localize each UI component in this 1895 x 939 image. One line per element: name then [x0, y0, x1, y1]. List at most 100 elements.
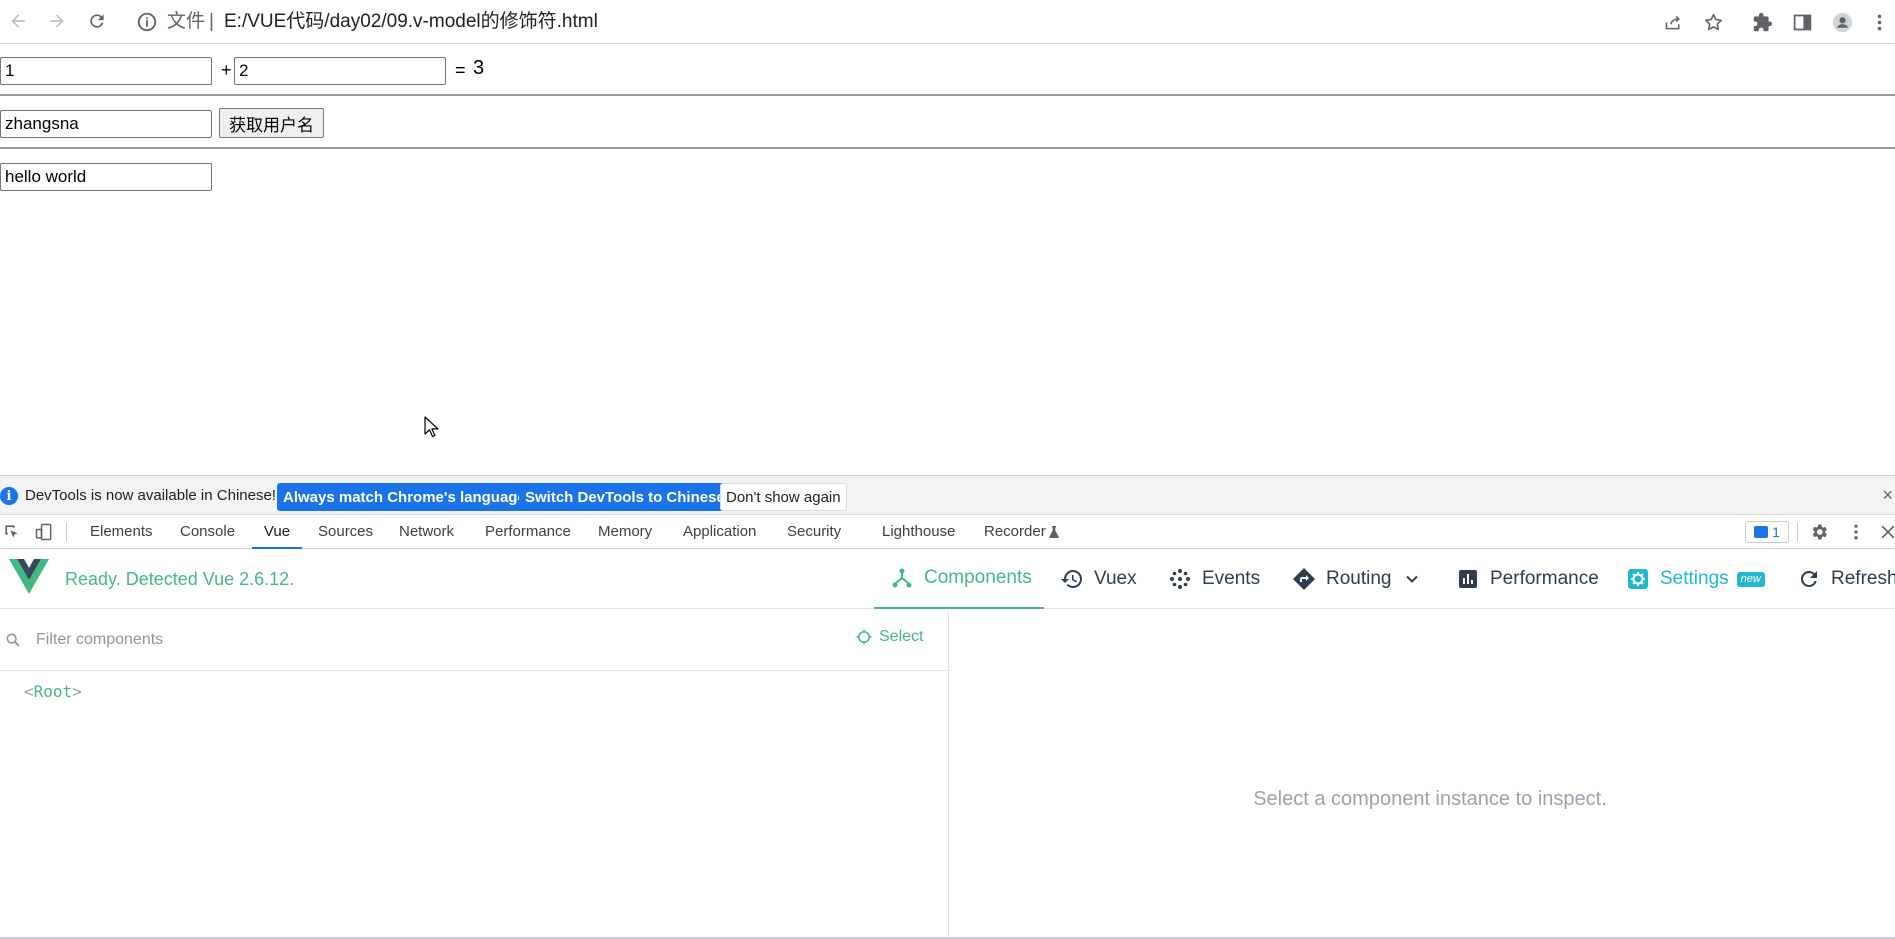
refresh-icon	[1800, 571, 1817, 587]
tab-vuex[interactable]: Vuex	[1060, 549, 1137, 609]
refresh-button[interactable]: Refresh	[1797, 549, 1895, 609]
reload-button[interactable]	[84, 8, 110, 34]
notice-message: DevTools is now available in Chinese!	[25, 487, 276, 504]
crosshair-icon	[856, 629, 872, 645]
tab-lighthouse[interactable]: Lighthouse	[882, 515, 955, 549]
sum-input-a[interactable]	[0, 57, 212, 85]
avatar-icon	[1832, 12, 1852, 32]
new-badge: new	[1736, 571, 1765, 587]
vue-devtools-header: Ready. Detected Vue 2.6.12. Components V…	[0, 549, 1895, 609]
vue-logo-icon	[9, 559, 49, 594]
bar-chart-icon	[1459, 570, 1477, 588]
tab-recorder[interactable]: Recorder	[984, 515, 1046, 549]
tab-vuex-label: Vuex	[1094, 568, 1137, 589]
puzzle-icon	[1753, 12, 1772, 31]
site-info-icon[interactable]	[136, 11, 158, 33]
address-bar[interactable]: E:/VUE代码/day02/09.v-model的修饰符.html	[224, 10, 598, 34]
plus-sign: +	[221, 60, 232, 80]
info-icon: i	[0, 487, 18, 505]
tab-security[interactable]: Security	[787, 515, 841, 549]
refresh-label: Refresh	[1831, 568, 1895, 589]
settings-gear-icon[interactable]	[1809, 522, 1829, 542]
devtools-language-notice: i DevTools is now available in Chinese! …	[0, 475, 1895, 515]
browser-toolbar: 文件 | E:/VUE代码/day02/09.v-model的修饰符.html	[0, 0, 1895, 44]
equals-sign: =	[455, 60, 466, 80]
tab-memory[interactable]: Memory	[598, 515, 652, 549]
always-match-language-button[interactable]: Always match Chrome's language	[277, 483, 532, 511]
switch-to-chinese-button[interactable]: Switch DevTools to Chinese	[519, 483, 731, 511]
close-notice-icon[interactable]: ×	[1882, 485, 1893, 506]
message-input[interactable]	[0, 163, 212, 191]
star-icon	[1704, 13, 1722, 30]
close-devtools-icon[interactable]	[1878, 522, 1895, 542]
dont-show-again-button[interactable]: Don't show again	[720, 483, 847, 511]
forward-button[interactable]	[44, 8, 70, 34]
search-icon	[6, 633, 20, 647]
divider	[0, 147, 1895, 149]
tab-elements[interactable]: Elements	[90, 515, 153, 549]
devtools-tab-bar: Elements Console Vue Sources Network Per…	[0, 515, 1895, 549]
arrow-right-icon	[50, 14, 64, 28]
side-panel-button[interactable]	[1789, 9, 1815, 35]
tab-routing-label: Routing	[1326, 568, 1392, 589]
url-separator: |	[209, 11, 214, 32]
tab-settings[interactable]: Settings new	[1626, 549, 1765, 609]
root-component-name: Root	[33, 682, 73, 701]
issues-counter[interactable]: 1	[1745, 521, 1789, 543]
tab-events[interactable]: Events	[1168, 549, 1260, 609]
settings-icon	[1628, 569, 1648, 589]
page-content: + = 3 获取用户名	[0, 45, 1895, 475]
select-component-button[interactable]: Select	[855, 628, 923, 646]
issue-icon	[1754, 526, 1769, 538]
filter-row: Select	[0, 610, 949, 671]
kebab-menu-icon[interactable]	[1846, 522, 1866, 542]
filter-components-input[interactable]	[36, 628, 636, 652]
component-tree-pane: Select <Root>	[0, 610, 949, 939]
inspect-element-icon[interactable]	[2, 522, 22, 542]
tab-performance-vue[interactable]: Performance	[1456, 549, 1599, 609]
components-icon	[892, 568, 912, 588]
tab-vue[interactable]: Vue	[252, 515, 302, 549]
sum-input-b[interactable]	[234, 57, 446, 85]
share-icon	[1665, 15, 1680, 29]
tree-item-root[interactable]: <Root>	[24, 682, 82, 701]
chevron-down-icon	[1405, 575, 1418, 583]
tab-routing[interactable]: Routing	[1292, 549, 1422, 609]
tab-events-label: Events	[1202, 568, 1261, 589]
tab-sources[interactable]: Sources	[318, 515, 373, 549]
mouse-cursor-icon	[424, 416, 439, 438]
tag-open-bracket: <	[24, 682, 34, 701]
tab-performance[interactable]: Performance	[485, 515, 571, 549]
username-input[interactable]	[0, 110, 212, 138]
tag-close-bracket: >	[72, 682, 82, 701]
sum-result: 3	[473, 57, 485, 79]
tab-components-label: Components	[924, 567, 1032, 588]
reload-icon	[90, 14, 104, 28]
get-username-button[interactable]: 获取用户名	[219, 108, 324, 138]
kebab-menu-icon	[1877, 14, 1881, 30]
divider	[0, 94, 1895, 96]
select-label: Select	[879, 628, 924, 645]
routing-icon	[1293, 568, 1315, 590]
arrow-left-icon	[11, 14, 25, 28]
tab-application[interactable]: Application	[683, 515, 756, 549]
profile-button[interactable]	[1829, 9, 1855, 35]
tab-console[interactable]: Console	[180, 515, 235, 549]
chrome-menu-button[interactable]	[1866, 9, 1892, 35]
device-toolbar-icon[interactable]	[34, 522, 54, 542]
back-button[interactable]	[5, 8, 31, 34]
events-icon	[1170, 569, 1190, 589]
share-button[interactable]	[1660, 9, 1686, 35]
extensions-button[interactable]	[1749, 9, 1775, 35]
bookmark-button[interactable]	[1700, 9, 1726, 35]
tab-components[interactable]: Components	[874, 549, 1044, 609]
url-scheme: 文件	[167, 11, 206, 32]
issues-count: 1	[1772, 524, 1780, 540]
toolbar-divider	[1797, 522, 1798, 542]
toolbar-divider	[66, 522, 67, 542]
component-inspector-pane: Select a component instance to inspect.	[950, 610, 1895, 939]
history-icon	[1061, 570, 1082, 588]
vue-status-text: Ready. Detected Vue 2.6.12.	[65, 569, 295, 589]
tab-network[interactable]: Network	[399, 515, 454, 549]
tab-settings-label: Settings	[1660, 568, 1729, 589]
